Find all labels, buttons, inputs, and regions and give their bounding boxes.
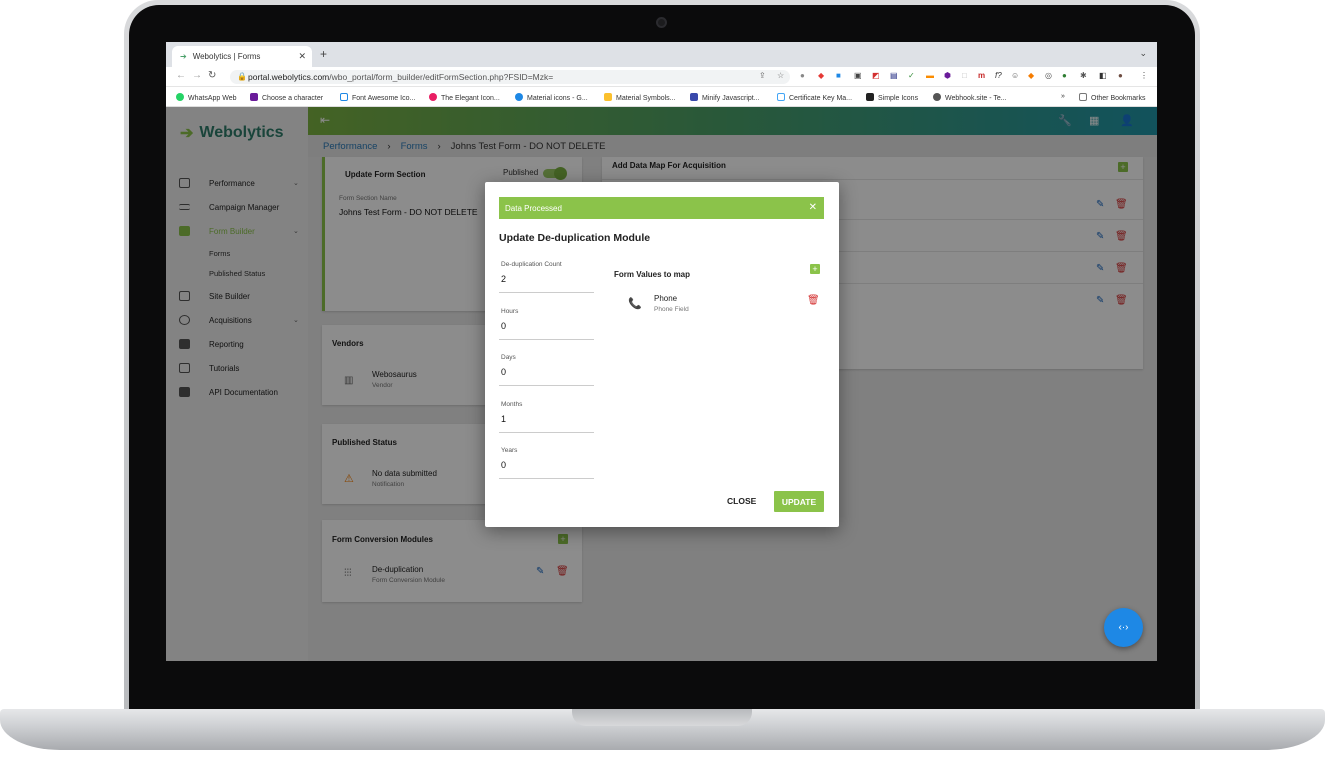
bookmarks-more[interactable]: » <box>1061 93 1065 100</box>
extension-icon[interactable]: ▬ <box>926 71 934 80</box>
update-button[interactable]: UPDATE <box>774 491 824 512</box>
other-bookmarks[interactable]: Other Bookmarks <box>1079 93 1145 102</box>
star-icon[interactable]: ☆ <box>777 71 784 80</box>
deduplication-modal: Data Processed ✕ Update De-duplication M… <box>485 182 839 527</box>
years-field[interactable]: Years 0 <box>499 439 594 479</box>
tab-title: Webolytics | Forms <box>192 52 261 61</box>
new-tab-button[interactable]: + <box>320 47 327 61</box>
url-input[interactable]: 🔒 portal.webolytics.com /wbo_portal/form… <box>230 70 790 84</box>
screen: ➔ Webolytics | Forms ✕ + ⌄ ← → ↻ 🔒 porta… <box>166 42 1157 661</box>
extension-icon[interactable]: m <box>978 71 985 80</box>
success-banner: Data Processed ✕ <box>499 197 824 219</box>
extension-icon[interactable]: ✓ <box>908 71 915 80</box>
add-map-value-button[interactable]: + <box>810 264 820 274</box>
code-fab-button[interactable]: ‹·› <box>1104 608 1143 647</box>
bookmark-item[interactable]: Simple Icons <box>866 93 918 102</box>
favicon-icon: ➔ <box>180 52 187 61</box>
address-bar-row: ← → ↻ 🔒 portal.webolytics.com /wbo_porta… <box>166 67 1157 87</box>
bookmarks-bar: WhatsApp Web Choose a character Font Awe… <box>166 87 1157 107</box>
extension-icon[interactable]: ⬢ <box>944 71 951 80</box>
map-item-label: Phone <box>654 294 678 303</box>
extension-icon[interactable]: ● <box>1062 71 1067 80</box>
tab-menu-icon[interactable]: ⌄ <box>1139 48 1147 59</box>
close-button[interactable]: CLOSE <box>727 496 756 506</box>
bookmark-item[interactable]: Certificate Key Ma... <box>777 93 852 102</box>
lock-icon: 🔒 <box>237 72 247 81</box>
phone-icon: 📞 <box>628 298 642 310</box>
url-path: /wbo_portal/form_builder/editFormSection… <box>329 72 554 82</box>
bookmark-item[interactable]: Choose a character <box>250 93 323 102</box>
share-icon[interactable]: ⇪ <box>759 71 766 80</box>
browser-tabbar: ➔ Webolytics | Forms ✕ + ⌄ <box>166 42 1157 67</box>
browser-tab[interactable]: ➔ Webolytics | Forms ✕ <box>172 46 312 67</box>
extension-icon[interactable]: ☺ <box>1011 71 1019 80</box>
delete-map-item-icon[interactable]: 🗑 <box>807 295 820 306</box>
bookmark-item[interactable]: Minify Javascript... <box>690 93 760 102</box>
forward-icon[interactable]: → <box>192 70 202 81</box>
bookmark-item[interactable]: Font Awesome Ico... <box>340 93 415 102</box>
reload-icon[interactable]: ↻ <box>208 70 216 81</box>
dedup-count-field[interactable]: De-duplication Count 2 <box>499 253 594 293</box>
bookmark-item[interactable]: Material icons - G... <box>515 93 588 102</box>
bookmark-item[interactable]: WhatsApp Web <box>176 93 237 102</box>
close-banner-icon[interactable]: ✕ <box>809 202 817 213</box>
extension-icon[interactable]: ◩ <box>872 71 880 80</box>
close-tab-icon[interactable]: ✕ <box>298 51 306 62</box>
url-domain: portal.webolytics.com <box>248 72 330 82</box>
profile-avatar-icon[interactable]: ● <box>1118 71 1123 80</box>
puzzle-icon[interactable]: ✱ <box>1080 71 1087 80</box>
bookmark-item[interactable]: Material Symbols... <box>604 93 676 102</box>
modal-title: Update De-duplication Module <box>499 232 651 244</box>
map-item-sub: Phone Field <box>654 306 689 313</box>
sidebar-toggle-icon[interactable]: ◧ <box>1099 71 1107 80</box>
extension-icon[interactable]: ■ <box>836 71 841 80</box>
days-field[interactable]: Days 0 <box>499 346 594 386</box>
laptop-notch <box>572 709 752 726</box>
extension-icon[interactable]: ◎ <box>1045 71 1052 80</box>
back-icon[interactable]: ← <box>176 70 186 81</box>
extension-icon[interactable]: ▣ <box>854 71 862 80</box>
metamask-icon[interactable]: ◆ <box>1028 71 1034 80</box>
menu-dots-icon[interactable]: ⋮ <box>1140 71 1148 80</box>
extension-icon[interactable]: ◆ <box>818 71 824 80</box>
map-title: Form Values to map <box>614 270 691 279</box>
hours-field[interactable]: Hours 0 <box>499 300 594 340</box>
extension-icon[interactable]: ● <box>800 71 805 80</box>
extension-icon[interactable]: f? <box>995 71 1002 80</box>
bookmark-item[interactable]: The Elegant Icon... <box>429 93 500 102</box>
bookmark-item[interactable]: Webhook.site - Te... <box>933 93 1007 102</box>
months-field[interactable]: Months 1 <box>499 393 594 433</box>
extension-icon[interactable]: □ <box>962 71 967 80</box>
camera <box>656 17 667 28</box>
extension-icon[interactable]: ▤ <box>890 71 898 80</box>
